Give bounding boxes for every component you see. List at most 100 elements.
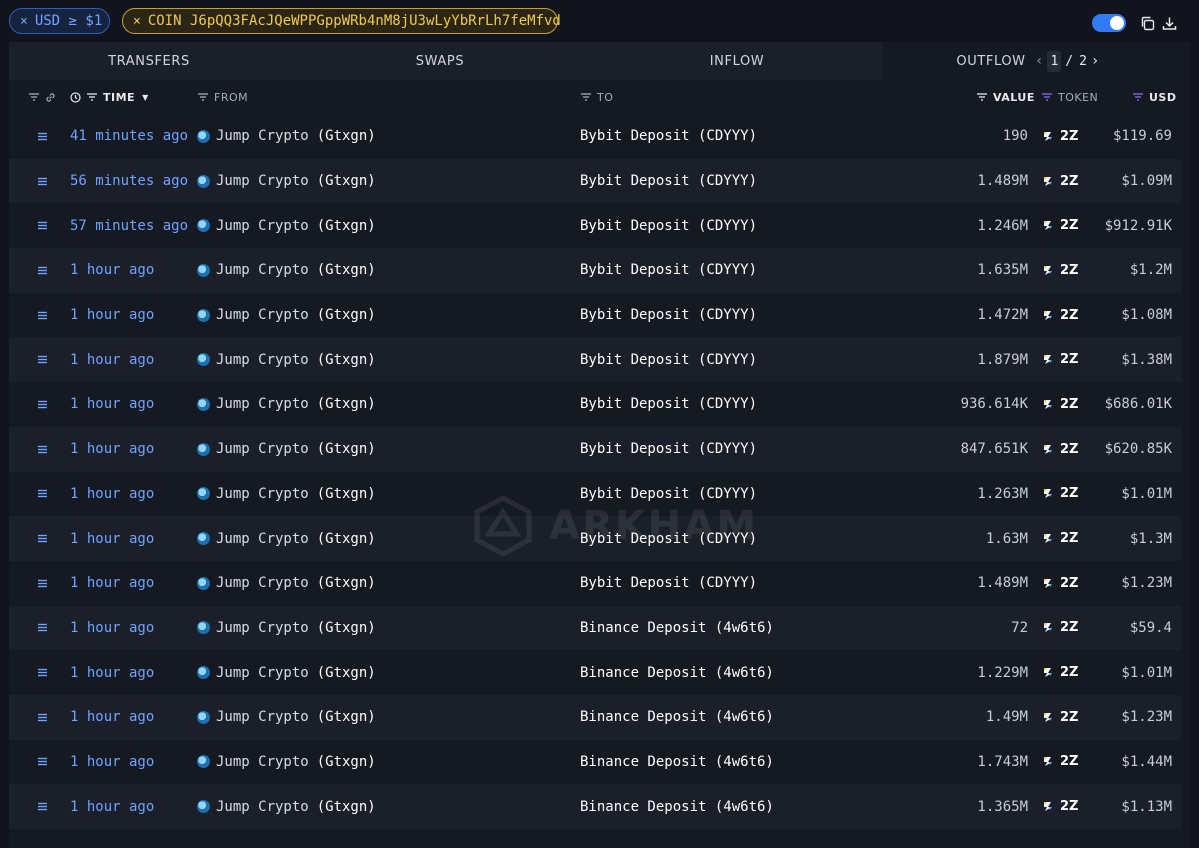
row-time-link[interactable]: 41 minutes ago — [70, 114, 188, 159]
row-to-entity[interactable]: Bybit Deposit (CDYYY) — [580, 382, 757, 427]
remove-filter-icon[interactable]: × — [20, 14, 28, 29]
row-from-entity[interactable]: Jump Crypto (Gtxgn) — [197, 382, 376, 427]
row-token[interactable]: 2Z — [1043, 472, 1078, 517]
row-to-entity[interactable]: Bybit Deposit (CDYYY) — [580, 293, 757, 338]
coin-filter-chip[interactable]: × COIN J6pQQ3FAcJQeWPPGppWRb4nM8jU3wLyYb… — [122, 8, 561, 34]
row-token[interactable]: 2Z — [1043, 740, 1078, 785]
row-details-icon[interactable] — [38, 472, 47, 517]
filter-icon[interactable] — [86, 92, 98, 102]
row-time-link[interactable]: 1 hour ago — [70, 248, 154, 293]
tab-inflow[interactable]: INFLOW — [591, 42, 883, 80]
row-token[interactable]: 2Z — [1043, 337, 1078, 382]
row-from-entity[interactable]: Jump Crypto (Gtxgn) — [197, 427, 376, 472]
row-details-icon[interactable] — [38, 159, 47, 204]
row-from-entity[interactable]: Jump Crypto (Gtxgn) — [197, 561, 376, 606]
row-details-icon[interactable] — [38, 695, 47, 740]
row-to-entity[interactable]: Bybit Deposit (CDYYY) — [580, 114, 757, 159]
row-details-icon[interactable] — [38, 561, 47, 606]
row-from-entity[interactable]: Jump Crypto (Gtxgn) — [197, 695, 376, 740]
row-details-icon[interactable] — [38, 427, 47, 472]
table-row[interactable]: 1 hour ago Jump Crypto (Gtxgn) Bybit Dep… — [9, 293, 1181, 338]
download-icon[interactable] — [1160, 14, 1178, 32]
row-token[interactable]: 2Z — [1043, 248, 1078, 293]
row-token[interactable]: 2Z — [1043, 561, 1078, 606]
row-to-entity[interactable]: Bybit Deposit (CDYYY) — [580, 159, 757, 204]
row-to-entity[interactable]: Bybit Deposit (CDYYY) — [580, 427, 757, 472]
filter-icon[interactable] — [1041, 92, 1053, 102]
tab-outflow[interactable]: OUTFLOW — [955, 42, 1027, 80]
row-from-entity[interactable]: Jump Crypto (Gtxgn) — [197, 606, 376, 651]
row-details-icon[interactable] — [38, 203, 47, 248]
row-to-entity[interactable]: Bybit Deposit (CDYYY) — [580, 472, 757, 517]
row-details-icon[interactable] — [38, 606, 47, 651]
row-time-link[interactable]: 56 minutes ago — [70, 159, 188, 204]
row-from-entity[interactable]: Jump Crypto (Gtxgn) — [197, 784, 376, 829]
row-to-entity[interactable]: Binance Deposit (4w6t6) — [580, 695, 774, 740]
row-to-entity[interactable]: Binance Deposit (4w6t6) — [580, 650, 774, 695]
row-details-icon[interactable] — [38, 740, 47, 785]
row-token[interactable]: 2Z — [1043, 516, 1078, 561]
table-row[interactable]: 56 minutes ago Jump Crypto (Gtxgn) Bybit… — [9, 158, 1181, 204]
table-row[interactable]: 1 hour ago Jump Crypto (Gtxgn) Binance D… — [9, 784, 1181, 829]
row-from-entity[interactable]: Jump Crypto (Gtxgn) — [197, 740, 376, 785]
row-token[interactable]: 2Z — [1043, 427, 1078, 472]
current-page[interactable]: 1 — [1047, 50, 1062, 72]
table-row[interactable]: 1 hour ago Jump Crypto (Gtxgn) Binance D… — [9, 605, 1181, 651]
row-token[interactable]: 2Z — [1043, 203, 1078, 248]
link-icon[interactable] — [45, 92, 56, 103]
row-token[interactable]: 2Z — [1043, 382, 1078, 427]
row-time-link[interactable]: 1 hour ago — [70, 695, 154, 740]
row-time-link[interactable]: 1 hour ago — [70, 337, 154, 382]
row-details-icon[interactable] — [38, 337, 47, 382]
row-token[interactable]: 2Z — [1043, 650, 1078, 695]
usd-toggle[interactable] — [1092, 14, 1126, 32]
row-to-entity[interactable]: Binance Deposit (4w6t6) — [580, 740, 774, 785]
row-token[interactable]: 2Z — [1043, 114, 1078, 159]
column-value[interactable]: VALUE — [976, 80, 1035, 114]
row-time-link[interactable]: 1 hour ago — [70, 740, 154, 785]
row-from-entity[interactable]: Jump Crypto (Gtxgn) — [197, 248, 376, 293]
row-details-icon[interactable] — [38, 114, 47, 159]
table-row[interactable]: 57 minutes ago Jump Crypto (Gtxgn) Bybit… — [9, 203, 1181, 248]
row-time-link[interactable]: 1 hour ago — [70, 650, 154, 695]
chevron-right-icon[interactable]: › — [1087, 53, 1103, 69]
row-time-link[interactable]: 57 minutes ago — [70, 203, 188, 248]
row-to-entity[interactable]: Binance Deposit (4w6t6) — [580, 784, 774, 829]
tab-swaps[interactable]: SWAPS — [289, 42, 591, 80]
table-row[interactable]: 1 hour ago Jump Crypto (Gtxgn) Bybit Dep… — [9, 382, 1181, 427]
table-row[interactable]: 1 hour ago Jump Crypto (Gtxgn) Binance D… — [9, 694, 1181, 740]
filter-icon[interactable] — [580, 92, 592, 102]
row-to-entity[interactable]: Bybit Deposit (CDYYY) — [580, 203, 757, 248]
copy-icon[interactable] — [1138, 14, 1156, 32]
row-details-icon[interactable] — [38, 248, 47, 293]
table-row[interactable]: 1 hour ago Jump Crypto (Gtxgn) Bybit Dep… — [9, 426, 1181, 472]
row-from-entity[interactable]: Jump Crypto (Gtxgn) — [197, 516, 376, 561]
row-to-entity[interactable]: Bybit Deposit (CDYYY) — [580, 248, 757, 293]
row-token[interactable]: 2Z — [1043, 784, 1078, 829]
remove-filter-icon[interactable]: × — [133, 14, 141, 29]
row-details-icon[interactable] — [38, 784, 47, 829]
row-from-entity[interactable]: Jump Crypto (Gtxgn) — [197, 650, 376, 695]
row-from-entity[interactable]: Jump Crypto (Gtxgn) — [197, 203, 376, 248]
column-time[interactable]: TIME ▼ — [70, 80, 149, 114]
row-token[interactable]: 2Z — [1043, 606, 1078, 651]
row-details-icon[interactable] — [38, 516, 47, 561]
row-from-entity[interactable]: Jump Crypto (Gtxgn) — [197, 114, 376, 159]
filter-icon[interactable] — [976, 92, 988, 102]
table-row[interactable]: 1 hour ago Jump Crypto (Gtxgn) Bybit Dep… — [9, 561, 1181, 606]
column-usd[interactable]: USD — [1132, 80, 1177, 114]
row-to-entity[interactable]: Bybit Deposit (CDYYY) — [580, 561, 757, 606]
row-time-link[interactable]: 1 hour ago — [70, 784, 154, 829]
row-from-entity[interactable]: Jump Crypto (Gtxgn) — [197, 337, 376, 382]
row-token[interactable]: 2Z — [1043, 293, 1078, 338]
table-row[interactable]: 1 hour ago Jump Crypto (Gtxgn) Bybit Dep… — [9, 472, 1181, 517]
row-from-entity[interactable]: Jump Crypto (Gtxgn) — [197, 293, 376, 338]
row-to-entity[interactable]: Binance Deposit (4w6t6) — [580, 606, 774, 651]
row-time-link[interactable]: 1 hour ago — [70, 382, 154, 427]
row-from-entity[interactable]: Jump Crypto (Gtxgn) — [197, 159, 376, 204]
row-time-link[interactable]: 1 hour ago — [70, 472, 154, 517]
filter-icon[interactable] — [28, 92, 40, 102]
table-row[interactable]: 1 hour ago Jump Crypto (Gtxgn) Bybit Dep… — [9, 516, 1181, 561]
filter-icon[interactable] — [1132, 92, 1144, 102]
row-details-icon[interactable] — [38, 650, 47, 695]
